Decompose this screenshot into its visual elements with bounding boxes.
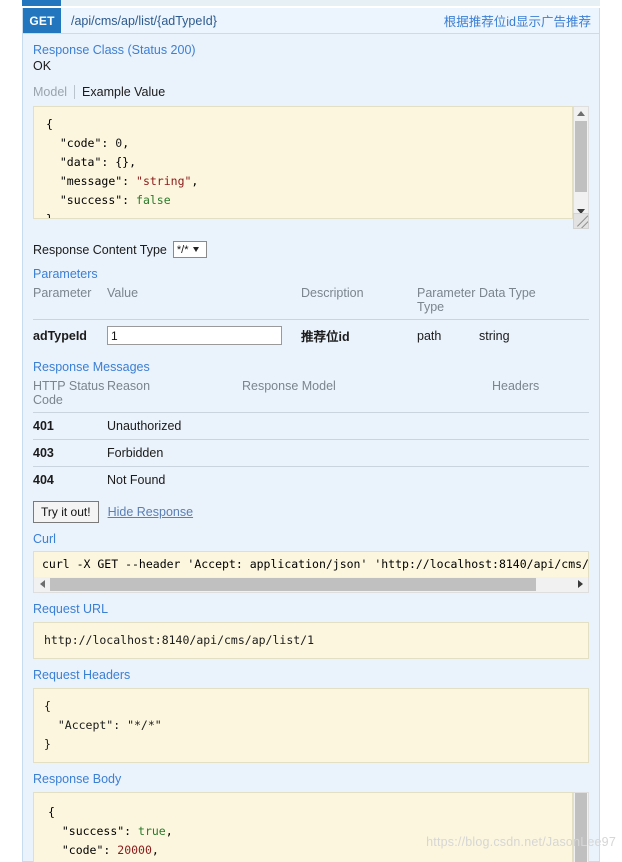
- hide-response-link[interactable]: Hide Response: [108, 505, 193, 519]
- response-class-status-text: OK: [33, 59, 589, 73]
- parameters-table: Parameter Value Description Parameter Ty…: [33, 283, 589, 351]
- resize-grip-icon[interactable]: [573, 213, 589, 229]
- response-messages-title: Response Messages: [33, 360, 589, 374]
- table-row: 401 Unauthorized: [33, 413, 589, 440]
- swagger-ui-page: GET /api/cms/ap/list/{adTypeId} 根据推荐位id显…: [0, 0, 622, 862]
- parameters-title: Parameters: [33, 267, 589, 281]
- scroll-left-icon[interactable]: [35, 577, 49, 591]
- request-headers-title: Request Headers: [33, 668, 589, 682]
- status-code: 404: [33, 467, 107, 494]
- parameter-type: path: [417, 320, 479, 352]
- operation-panel: GET /api/cms/ap/list/{adTypeId} 根据推荐位id显…: [22, 8, 600, 862]
- operation-path[interactable]: /api/cms/ap/list/{adTypeId}: [61, 8, 444, 33]
- response-messages-table: HTTP Status Code Reason Response Model H…: [33, 376, 589, 493]
- response-content-type-label: Response Content Type: [33, 243, 167, 257]
- tab-model[interactable]: Model: [33, 85, 74, 99]
- previous-method-badge: [23, 0, 61, 6]
- curl-horizontal-scrollbar[interactable]: [33, 577, 589, 593]
- status-model: [242, 467, 492, 494]
- response-body-title: Response Body: [33, 772, 589, 786]
- response-content-type-value: */*: [177, 244, 189, 256]
- example-value-code: { "code": 0, "data": {}, "message": "str…: [34, 107, 572, 219]
- scrollbar-thumb[interactable]: [50, 578, 536, 591]
- status-reason: Not Found: [107, 467, 242, 494]
- request-url-box: http://localhost:8140/api/cms/ap/list/1: [33, 622, 589, 659]
- scrollbar-thumb[interactable]: [575, 121, 587, 192]
- example-value-box: { "code": 0, "data": {}, "message": "str…: [33, 106, 573, 219]
- try-it-out-button[interactable]: Try it out!: [33, 501, 99, 523]
- curl-title: Curl: [33, 532, 589, 546]
- status-reason: Forbidden: [107, 440, 242, 467]
- scroll-right-icon[interactable]: [573, 577, 587, 591]
- curl-container: curl -X GET --header 'Accept: applicatio…: [33, 551, 589, 593]
- operation-header[interactable]: GET /api/cms/ap/list/{adTypeId} 根据推荐位id显…: [23, 8, 599, 34]
- status-model: [242, 440, 492, 467]
- parameter-name: adTypeId: [33, 320, 107, 352]
- status-model: [242, 413, 492, 440]
- request-url-title: Request URL: [33, 602, 589, 616]
- table-row: 404 Not Found: [33, 467, 589, 494]
- parameter-description: 推荐位id: [301, 320, 417, 352]
- status-code: 401: [33, 413, 107, 440]
- scrollbar-thumb[interactable]: [575, 793, 587, 862]
- response-body-code: { "success": true, "code": 20000, "messa…: [34, 793, 572, 862]
- parameter-data-type: string: [479, 320, 589, 352]
- previous-operation-sliver[interactable]: [22, 0, 600, 6]
- operation-actions: Try it out! Hide Response: [33, 501, 589, 523]
- response-body-container: { "success": true, "code": 20000, "messa…: [33, 792, 589, 862]
- status-headers: [492, 467, 589, 494]
- table-row: 403 Forbidden: [33, 440, 589, 467]
- status-headers: [492, 413, 589, 440]
- http-method-badge: GET: [23, 8, 61, 33]
- curl-command: curl -X GET --header 'Accept: applicatio…: [34, 552, 588, 576]
- response-messages-header-row: HTTP Status Code Reason Response Model H…: [33, 376, 589, 413]
- col-parameter-type: Parameter Type: [417, 283, 479, 320]
- parameter-value-cell: [107, 320, 301, 352]
- col-reason: Reason: [107, 376, 242, 413]
- col-headers: Headers: [492, 376, 589, 413]
- example-value-scrollbar[interactable]: [573, 106, 589, 219]
- parameters-header-row: Parameter Value Description Parameter Ty…: [33, 283, 589, 320]
- response-class-title: Response Class (Status 200): [33, 43, 589, 57]
- col-description: Description: [301, 283, 417, 320]
- chevron-down-icon: [193, 247, 199, 252]
- col-http-status-code: HTTP Status Code: [33, 376, 107, 413]
- status-code: 403: [33, 440, 107, 467]
- operation-summary: 根据推荐位id显示广告推荐: [444, 8, 599, 33]
- scroll-up-icon[interactable]: [574, 107, 588, 120]
- table-row: adTypeId 推荐位id path string: [33, 320, 589, 352]
- request-url-value: http://localhost:8140/api/cms/ap/list/1: [34, 623, 588, 658]
- request-headers-box: { "Accept": "*/*" }: [33, 688, 589, 763]
- request-headers-value: { "Accept": "*/*" }: [34, 689, 588, 762]
- response-body-box: { "success": true, "code": 20000, "messa…: [33, 792, 573, 862]
- status-headers: [492, 440, 589, 467]
- col-parameter: Parameter: [33, 283, 107, 320]
- response-content-type-row: Response Content Type */*: [33, 241, 589, 258]
- col-value: Value: [107, 283, 301, 320]
- example-value-container: { "code": 0, "data": {}, "message": "str…: [33, 106, 589, 229]
- model-example-tabs: Model Example Value: [33, 83, 589, 100]
- col-response-model: Response Model: [242, 376, 492, 413]
- operation-body: Response Class (Status 200) OK Model Exa…: [23, 43, 599, 862]
- tab-example-value[interactable]: Example Value: [75, 85, 165, 99]
- col-data-type: Data Type: [479, 283, 589, 320]
- response-content-type-select[interactable]: */*: [173, 241, 207, 258]
- parameter-value-input[interactable]: [107, 326, 282, 345]
- status-reason: Unauthorized: [107, 413, 242, 440]
- curl-box: curl -X GET --header 'Accept: applicatio…: [33, 551, 589, 577]
- response-body-scrollbar[interactable]: [573, 792, 589, 862]
